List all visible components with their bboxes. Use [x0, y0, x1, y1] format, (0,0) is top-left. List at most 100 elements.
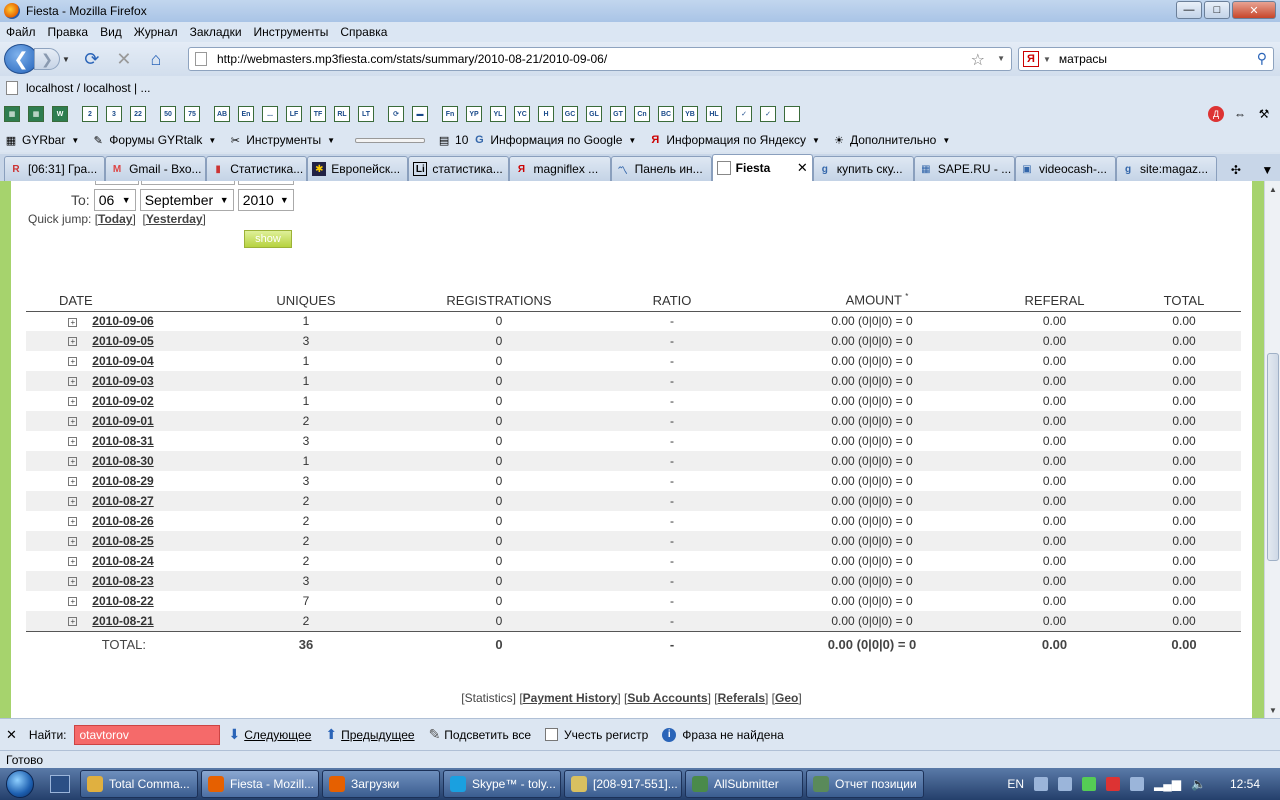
refresh-tool-icon[interactable]: ⟳ [388, 106, 404, 122]
tray-network-icon[interactable] [1058, 777, 1073, 791]
tool-yp-button[interactable]: YP [466, 106, 482, 122]
back-button[interactable]: ❮ [4, 44, 38, 74]
tool-hl-button[interactable]: HL [706, 106, 722, 122]
clock[interactable]: 12:54 [1230, 777, 1260, 791]
tool-bc-button[interactable]: BC [658, 106, 674, 122]
gyrbar-menu[interactable]: GYRbar [22, 133, 65, 147]
url-text[interactable]: http://webmasters.mp3fiesta.com/stats/su… [217, 52, 607, 66]
tab-dropdown-icon[interactable]: ▼ [1255, 159, 1280, 181]
resize-icon[interactable]: ⇔ [1232, 106, 1248, 122]
date-link[interactable]: 2010-08-23 [92, 574, 153, 588]
tab-buy[interactable]: g купить ску... [812, 156, 914, 181]
tool-yb-button[interactable]: YB [682, 106, 698, 122]
menu-bookmarks[interactable]: Закладки [190, 25, 242, 39]
tool-gl-button[interactable]: GL [586, 106, 602, 122]
expand-icon[interactable]: + [68, 477, 78, 487]
show-button[interactable]: show [244, 230, 292, 248]
date-link[interactable]: 2010-08-29 [92, 474, 153, 488]
check-icon[interactable]: ✓ [736, 106, 752, 122]
expand-icon[interactable]: + [68, 497, 78, 507]
extra-menu[interactable]: Дополнительно [850, 133, 936, 147]
scroll-up-icon[interactable]: ▲ [1265, 181, 1280, 197]
expand-icon[interactable]: + [68, 517, 78, 527]
menu-tools[interactable]: Инструменты [254, 25, 329, 39]
close-find-icon[interactable]: ✕ [6, 727, 17, 743]
match-case-checkbox[interactable] [545, 728, 559, 741]
expand-icon[interactable]: + [68, 457, 78, 467]
show-desktop-button[interactable] [40, 775, 80, 793]
taskbar-item[interactable]: AllSubmitter [685, 770, 803, 798]
tool-h-button[interactable]: H [538, 106, 554, 122]
gyr-slider[interactable] [355, 137, 426, 143]
tool-more-button[interactable]: ... [262, 106, 278, 122]
tab-magniflex[interactable]: Яmagniflex ... [509, 156, 611, 181]
expand-icon[interactable]: + [68, 557, 78, 567]
tab-site[interactable]: g site:magaz... [1116, 156, 1218, 181]
amount-header[interactable]: AMOUNT * [772, 289, 982, 312]
blank-box-icon[interactable] [784, 106, 800, 122]
tool-lf-button[interactable]: LF [286, 106, 302, 122]
tab-european[interactable]: ✱ Европейск... [307, 156, 409, 181]
today-link[interactable]: Today [98, 212, 132, 226]
registrations-header[interactable]: REGISTRATIONS [426, 289, 572, 312]
engine-dropdown-icon[interactable]: ▼ [1043, 55, 1051, 64]
home-button[interactable]: ⌂ [144, 47, 168, 71]
tools-menu[interactable]: Инструменты [246, 133, 321, 147]
tool-rl-button[interactable]: RL [334, 106, 350, 122]
total-header[interactable]: TOTAL [1127, 289, 1241, 312]
tool-cn-button[interactable]: Cn [634, 106, 650, 122]
referals-link[interactable]: Referals [718, 691, 765, 705]
date-link[interactable]: 2010-09-06 [92, 314, 153, 328]
stop-button[interactable]: ✕ [112, 47, 136, 71]
tool-3-button[interactable]: 3 [106, 106, 122, 122]
date-link[interactable]: 2010-09-03 [92, 374, 153, 388]
tray-antivirus-icon[interactable] [1106, 777, 1121, 791]
google-info-menu[interactable]: Информация по Google [490, 133, 622, 147]
check-alt-icon[interactable]: ✓ [760, 106, 776, 122]
tray-volume-icon[interactable]: 🔈 [1191, 777, 1206, 791]
highlight-all-button[interactable]: Подсветить все [444, 728, 531, 742]
tool-yc-button[interactable]: YC [514, 106, 530, 122]
to-month-select[interactable]: September ▼ [139, 189, 234, 211]
tool-gt-button[interactable]: GT [610, 106, 626, 122]
chevron-down-icon[interactable]: ▼ [327, 136, 335, 145]
wp-icon[interactable]: W [52, 106, 68, 122]
grid-icon[interactable]: ▦ [4, 106, 20, 122]
minimize-button[interactable]: — [1176, 1, 1202, 19]
tab-sape[interactable]: ▦ SAPE.RU - ... [913, 156, 1015, 181]
chevron-down-icon[interactable]: ▼ [628, 136, 636, 145]
tool-tf-button[interactable]: TF [310, 106, 326, 122]
vertical-scrollbar[interactable]: ▲ ▼ [1264, 181, 1280, 718]
date-link[interactable]: 2010-08-22 [92, 594, 153, 608]
close-window-button[interactable]: ✕ [1232, 1, 1276, 19]
close-tab-icon[interactable]: ✕ [797, 160, 808, 176]
forward-button[interactable]: ❯ [34, 48, 60, 70]
hammer-icon[interactable]: ⚒ [1256, 106, 1272, 122]
expand-icon[interactable]: + [68, 317, 78, 327]
expand-icon[interactable]: + [68, 577, 78, 587]
date-link[interactable]: 2010-08-27 [92, 494, 153, 508]
find-input[interactable]: otavtorov [74, 724, 221, 745]
date-link[interactable]: 2010-08-25 [92, 534, 153, 548]
tray-power-icon[interactable] [1130, 777, 1145, 791]
find-prev-button[interactable]: Предыдущее [341, 728, 414, 742]
date-link[interactable]: 2010-09-02 [92, 394, 153, 408]
expand-icon[interactable]: + [68, 417, 78, 427]
tool-fn-button[interactable]: Fn [442, 106, 458, 122]
to-year-select[interactable]: 2010 ▼ [237, 189, 294, 211]
tool-gc-button[interactable]: GC [562, 106, 578, 122]
yandex-info-menu[interactable]: Информация по Яндексу [666, 133, 806, 147]
date-link[interactable]: 2010-08-31 [92, 434, 153, 448]
expand-icon[interactable]: + [68, 617, 78, 627]
tool-ab-button[interactable]: AB [214, 106, 230, 122]
chevron-down-icon[interactable]: ▼ [208, 136, 216, 145]
expand-icon[interactable]: + [68, 437, 78, 447]
yandex-engine-icon[interactable]: Я [1023, 51, 1039, 67]
payment-history-link[interactable]: Payment History [523, 691, 618, 705]
to-day-select[interactable]: 06 ▼ [93, 189, 136, 211]
language-indicator[interactable]: EN [1007, 777, 1024, 791]
search-icon[interactable]: ⚲ [1257, 50, 1267, 67]
bookmark-localhost[interactable]: localhost / localhost | ... [26, 81, 151, 95]
tab-panel[interactable]: 〽 Панель ин... [610, 156, 712, 181]
tab-videocash[interactable]: ▣ videocash-... [1014, 156, 1117, 181]
